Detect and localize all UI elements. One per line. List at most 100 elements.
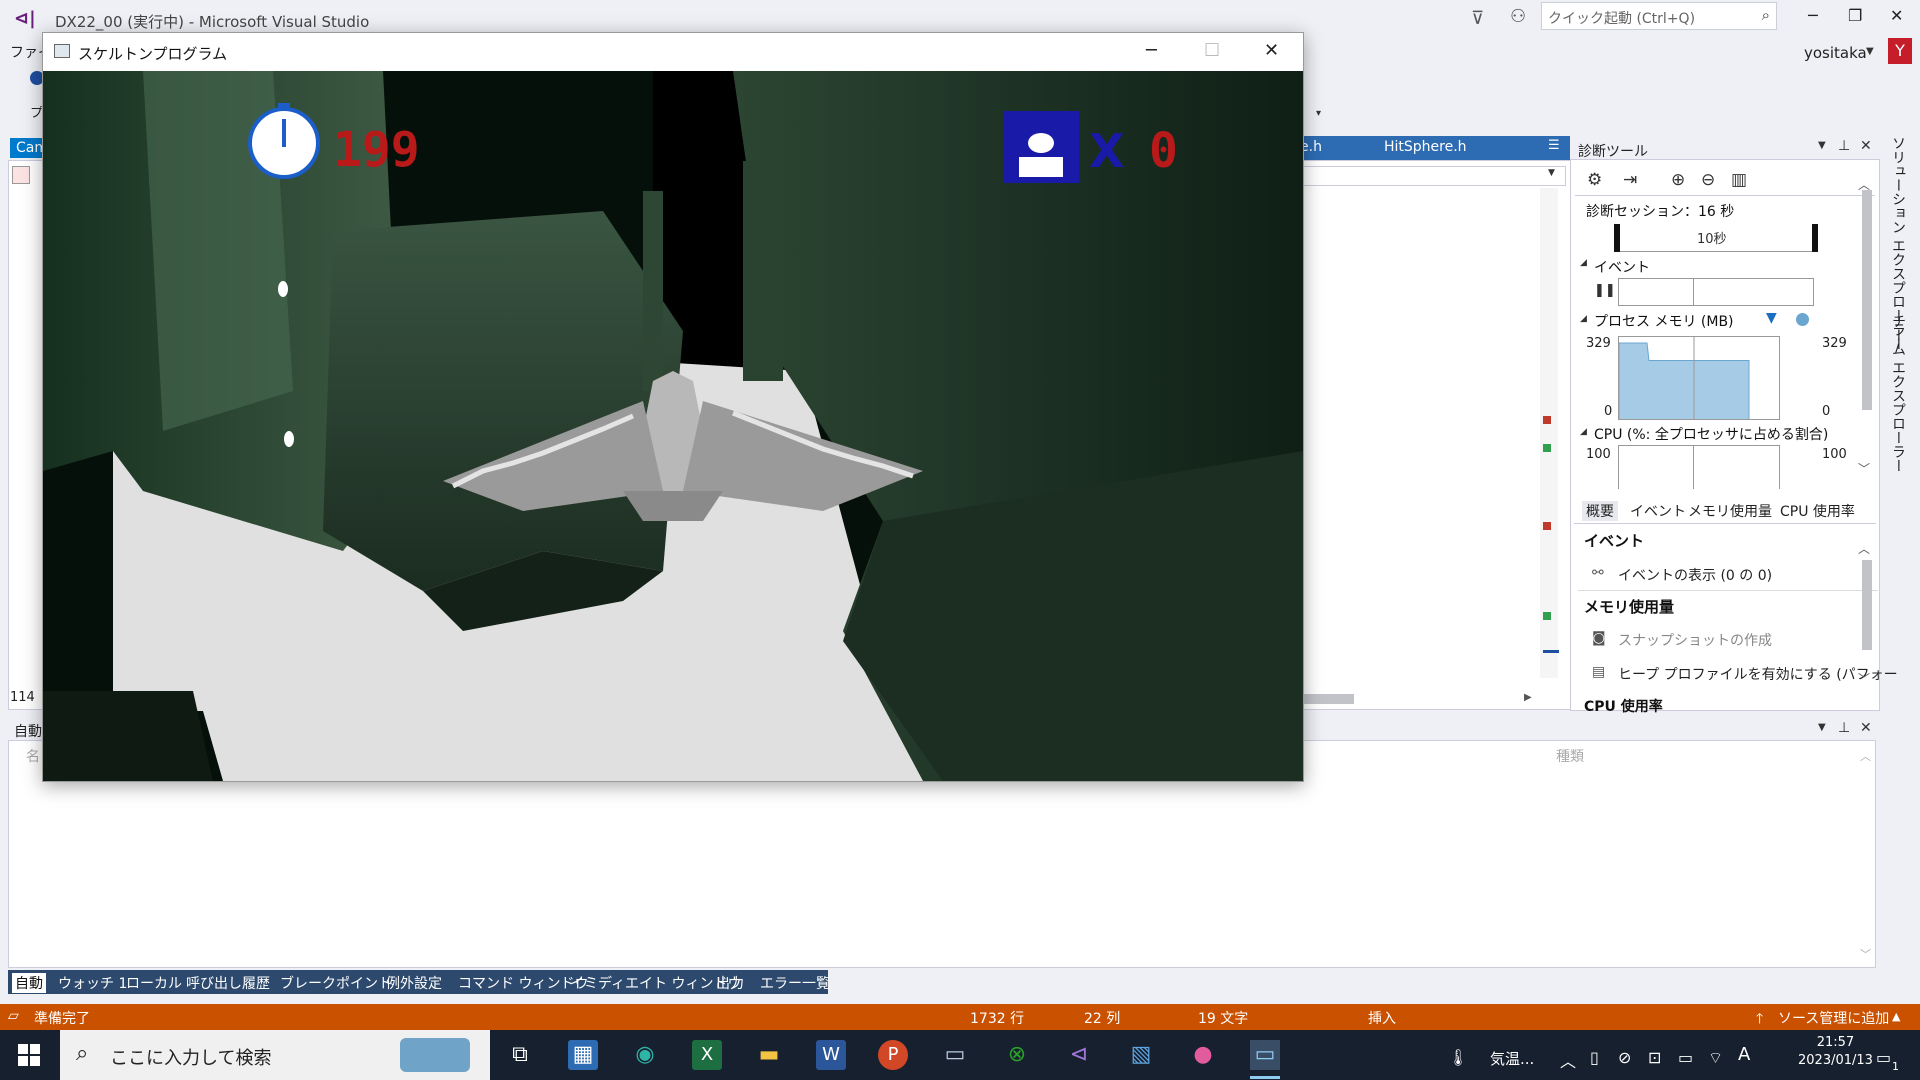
scroll-right-icon[interactable]: ▶ [1524,692,1532,703]
tab-command-window[interactable]: コマンド ウィンドウ [458,973,588,993]
show-events-link[interactable]: イベントの表示 (0 の 0) [1618,565,1772,585]
xbox-icon[interactable]: ⊗ [1002,1040,1032,1070]
take-snapshot-button[interactable]: スナップショットの作成 [1618,630,1772,650]
tab-list-icon[interactable]: ☰ [1548,138,1560,153]
word-icon[interactable]: W [816,1040,846,1070]
horizontal-scrollbar-thumb[interactable] [1300,694,1354,704]
tab-locals[interactable]: ローカル [126,973,182,993]
quick-launch-input[interactable]: クイック起動 (Ctrl+Q) ⌕ [1541,2,1777,30]
thermometer-icon[interactable]: 🌡 [1448,1048,1468,1067]
notifications-icon[interactable]: ▭ [1876,1048,1891,1067]
output-status-icon[interactable]: ▱ [8,1008,19,1024]
zoom-in-icon[interactable]: ⊕ [1671,170,1685,190]
tab-summary[interactable]: 概要 [1582,501,1618,521]
tab-autos[interactable]: 自動 [12,973,46,993]
security-icon[interactable]: ⊡ [1648,1048,1661,1067]
battery-icon[interactable]: ▭ [1678,1048,1693,1067]
user-name[interactable]: yositaka [1804,44,1867,62]
collapse-icon[interactable]: ◢ [1580,427,1587,437]
diag-lower-scroll-thumb[interactable] [1862,560,1872,650]
filter-icon[interactable]: ⊽ [1471,8,1484,29]
add-to-source-control-button[interactable]: ソース管理に追加 [1778,1008,1889,1028]
close-button[interactable]: ✕ [1890,6,1903,25]
store-icon[interactable]: ▦ [568,1040,598,1070]
chevron-down-icon[interactable]: ▼ [1818,140,1826,151]
select-tools-icon[interactable]: ⇥ [1623,170,1637,190]
user-avatar[interactable]: Y [1888,38,1912,64]
tab-cpu-usage[interactable]: CPU 使用率 [1780,501,1855,521]
notification-count: 1 [1892,1060,1899,1073]
tab-call-stack[interactable]: 呼び出し履歴 [186,973,270,993]
collapse-icon[interactable]: ◢ [1580,314,1587,324]
ime-icon[interactable]: A [1738,1044,1750,1065]
game-minimize-button[interactable]: ─ [1146,40,1157,61]
events-section-label: イベント [1594,260,1650,276]
tab-breakpoints[interactable]: ブレークポイント [280,973,392,993]
member-combo[interactable] [1300,166,1566,186]
touchpad-icon[interactable]: ▯ [1590,1048,1599,1067]
editor-vertical-scrollbar[interactable] [1540,188,1558,678]
game-window-taskbar-icon[interactable]: ▭ [1250,1040,1280,1070]
minimize-button[interactable]: ─ [1808,6,1818,25]
powerpoint-icon[interactable]: P [878,1040,908,1070]
live-share-icon[interactable]: ⚇ [1510,6,1526,27]
game-maximize-button[interactable]: ☐ [1204,40,1220,61]
status-ready: 準備完了 [34,1011,90,1027]
pause-icon[interactable]: ❚❚ [1594,283,1616,298]
wifi-icon[interactable]: ⌔ [1708,1048,1723,1068]
excel-icon[interactable]: X [692,1040,722,1070]
meet-icon[interactable]: ⊘ [1618,1048,1631,1067]
game-title-bar[interactable] [43,33,1303,71]
diag-scroll-thumb[interactable] [1862,190,1872,410]
chevron-down-icon[interactable]: ▼ [1818,722,1826,733]
scroll-up-icon[interactable]: ︿ [1858,540,1870,557]
file-explorer-icon[interactable]: ▬ [754,1040,784,1070]
chevron-down-icon[interactable]: ▼ [1866,46,1874,57]
restore-button[interactable]: ❐ [1848,6,1862,25]
heap-icon: ▤ [1592,664,1606,680]
collapse-icon[interactable]: ◢ [1580,258,1587,268]
pin-icon[interactable]: ⊥ [1838,138,1850,154]
chevron-up-icon[interactable]: ▲ [1892,1010,1900,1023]
timeline-end-marker[interactable] [1812,224,1818,252]
enable-heap-profiling-link[interactable]: ヒープ プロファイルを有効にする (パフォー [1618,664,1898,684]
scroll-down-icon[interactable]: ﹀ [1860,946,1871,962]
app-icon[interactable]: ▭ [940,1040,970,1070]
paint-icon[interactable]: ● [1188,1040,1218,1070]
toolbar-overflow-icon[interactable]: ▾ [1316,108,1321,119]
game-viewport[interactable]: 199 X 0 [43,71,1303,781]
pin-icon[interactable]: ⊥ [1838,720,1850,736]
weather-label[interactable]: 気温... [1490,1048,1534,1069]
close-icon[interactable]: ✕ [1860,138,1872,154]
timeline-start-marker[interactable] [1614,224,1620,252]
taskbar-search-box[interactable]: ⌕ ここに入力して検索 [60,1030,490,1080]
scroll-up-icon[interactable]: ︿ [1860,748,1871,764]
visual-studio-taskbar-icon[interactable]: ⊲ [1064,1040,1094,1070]
zoom-out-icon[interactable]: ⊖ [1701,170,1715,190]
cpu-chart [1618,445,1780,489]
search-icon[interactable]: ⌕ [1762,6,1770,24]
tab-events[interactable]: イベント [1630,501,1686,521]
scroll-down-icon[interactable]: ﹀ [1858,670,1870,687]
windows-start-icon[interactable] [18,1044,40,1070]
team-explorer-tab[interactable]: チーム エクスプローラー [1888,314,1908,472]
tab-watch-1[interactable]: ウォッチ 1 [58,973,127,993]
chevron-up-icon[interactable]: ︿ [1560,1048,1576,1072]
tab-output[interactable]: 出力 [716,973,744,993]
chevron-down-icon[interactable]: ▼ [1548,168,1555,178]
column-type-header[interactable]: 種類 [1556,746,1584,766]
tab-error-list[interactable]: エラー一覧 [760,973,830,993]
reset-zoom-icon[interactable]: ▥ [1731,170,1747,190]
close-icon[interactable]: ✕ [1860,720,1872,736]
column-name-header[interactable]: 名 [26,746,40,766]
photos-icon[interactable]: ▧ [1126,1040,1156,1070]
game-close-button[interactable]: ✕ [1264,40,1279,61]
task-view-icon[interactable]: ⧉ [505,1040,535,1070]
scroll-down-icon[interactable]: ﹀ [1858,460,1870,477]
edge-icon[interactable]: ◉ [630,1040,660,1070]
gear-icon[interactable]: ⚙ [1587,170,1602,190]
tab-exception-settings[interactable]: 例外設定 [386,973,442,993]
tab-memory-usage[interactable]: メモリ使用量 [1688,501,1772,521]
taskbar-clock[interactable]: 21:57 2023/01/13 [1798,1034,1873,1070]
tab-hitsphere[interactable]: HitSphere.h [1384,139,1467,155]
